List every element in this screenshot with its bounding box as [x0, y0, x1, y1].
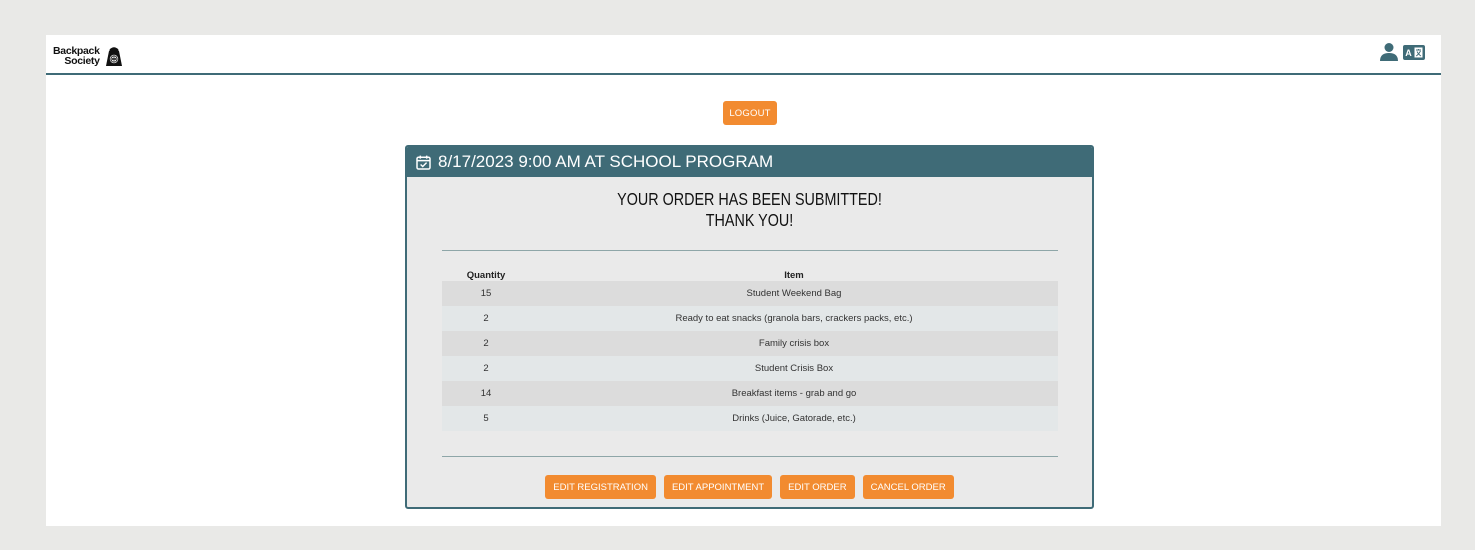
confirmation-line1: YOUR ORDER HAS BEEN SUBMITTED! [617, 189, 882, 209]
edit-appointment-button[interactable]: EDIT APPOINTMENT [663, 475, 773, 499]
row-item: Student Weekend Bag [746, 288, 842, 299]
edit-order-button[interactable]: EDIT ORDER [780, 475, 855, 499]
page-container: Backpack Society A LOGOUT 8/17/2023 9:00… [46, 35, 1441, 526]
translate-icon[interactable]: A [1403, 44, 1425, 60]
language-badge: A [1405, 48, 1412, 58]
brand-logo[interactable]: Backpack Society [53, 41, 125, 71]
top-navbar: Backpack Society A [46, 35, 1441, 75]
row-quantity: 15 [480, 288, 492, 299]
user-icon[interactable] [1379, 42, 1399, 62]
row-quantity: 2 [483, 313, 489, 324]
edit-registration-button[interactable]: EDIT REGISTRATION [545, 475, 656, 499]
order-actions: EDIT REGISTRATION EDIT APPOINTMENT EDIT … [407, 475, 1092, 499]
appointment-header: 8/17/2023 9:00 AM AT SCHOOL PROGRAM [407, 147, 1092, 177]
cancel-order-button[interactable]: CANCEL ORDER [862, 475, 954, 499]
header-quantity: Quantity [466, 269, 506, 281]
appointment-title: 8/17/2023 9:00 AM AT SCHOOL PROGRAM [438, 152, 774, 171]
row-quantity: 2 [483, 363, 489, 374]
header-item: Item [784, 269, 804, 281]
table-row: 14 Breakfast items - grab and go [442, 381, 1058, 406]
logo-text: Backpack Society [53, 46, 100, 67]
row-item: Ready to eat snacks (granola bars, crack… [675, 313, 913, 324]
divider-bottom [442, 456, 1058, 457]
logo-line2: Society [64, 55, 100, 67]
row-item: Student Crisis Box [754, 363, 834, 374]
order-table: Quantity Item 15 Student Weekend Bag 2 R… [442, 269, 1058, 431]
divider-top [442, 250, 1058, 251]
row-quantity: 14 [480, 388, 492, 399]
confirmation-message: YOUR ORDER HAS BEEN SUBMITTED! THANK YOU… [407, 189, 1092, 231]
row-item: Drinks (Juice, Gatorade, etc.) [732, 413, 856, 424]
row-item: Family crisis box [758, 338, 830, 349]
table-row: 2 Student Crisis Box [442, 356, 1058, 381]
logout-button[interactable]: LOGOUT [723, 101, 777, 125]
table-row: 15 Student Weekend Bag [442, 281, 1058, 306]
confirmation-line2: THANK YOU! [705, 210, 794, 230]
table-header: Quantity Item [442, 269, 1058, 281]
row-item: Breakfast items - grab and go [731, 388, 857, 399]
header-icons: A [1379, 42, 1425, 62]
calendar-check-icon [416, 155, 431, 170]
table-row: 2 Family crisis box [442, 331, 1058, 356]
table-row: 2 Ready to eat snacks (granola bars, cra… [442, 306, 1058, 331]
appointment-card: 8/17/2023 9:00 AM AT SCHOOL PROGRAM YOUR… [405, 145, 1094, 509]
row-quantity: 5 [483, 413, 489, 424]
table-row: 5 Drinks (Juice, Gatorade, etc.) [442, 406, 1058, 431]
row-quantity: 2 [483, 338, 489, 349]
backpack-logo-icon [105, 47, 122, 66]
